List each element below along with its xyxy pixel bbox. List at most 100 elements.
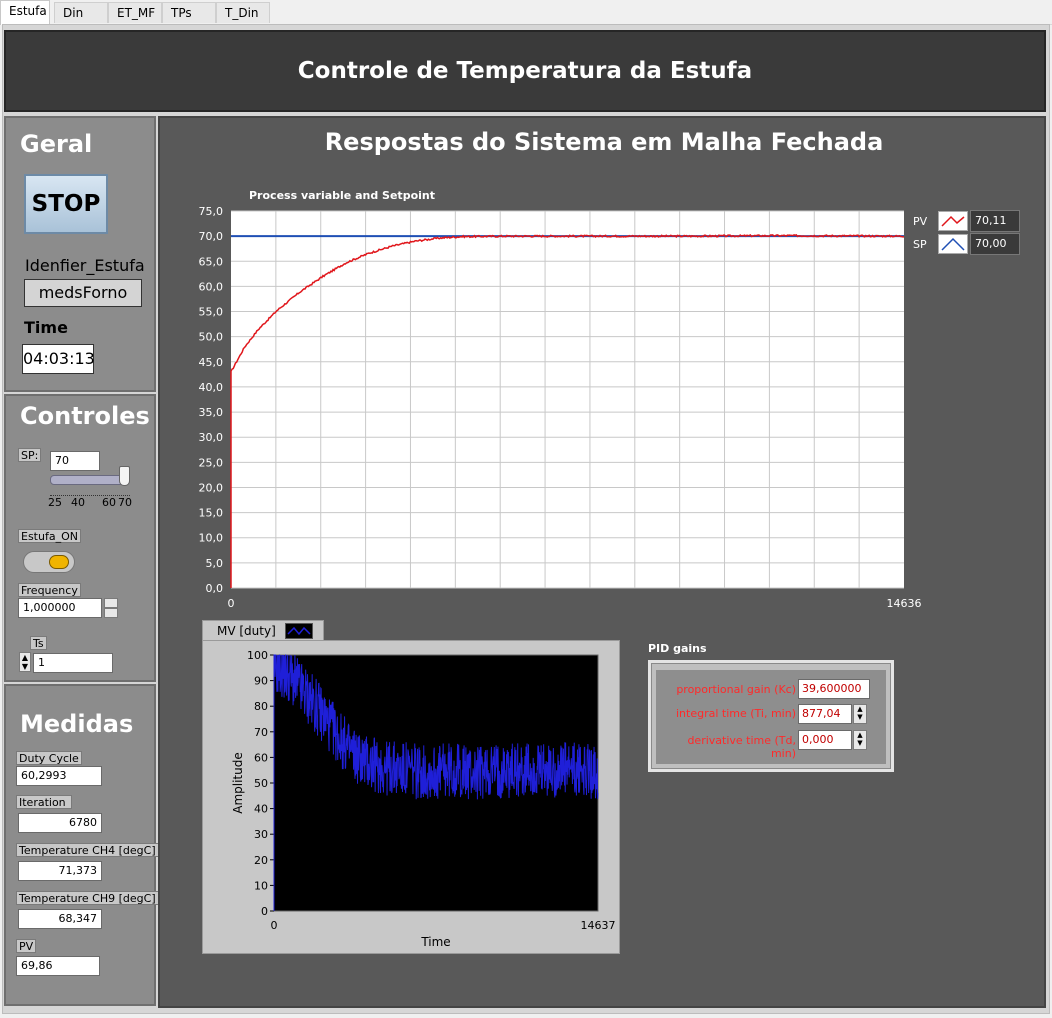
legend-pv-swatch: [938, 211, 968, 231]
frequency-label: Frequency: [18, 583, 81, 597]
slider-tick-70: 70: [118, 496, 132, 509]
frequency-increment[interactable]: [104, 598, 118, 608]
pv-line-icon: [941, 215, 965, 227]
y-tick-label: 75,0: [199, 205, 224, 218]
sp-input[interactable]: 70: [50, 451, 100, 471]
iteration-label: Iteration: [16, 795, 72, 809]
y-tick-label: 65,0: [199, 255, 224, 268]
td-label: derivative time (Td, min): [687, 734, 796, 760]
y-tick-label: 80: [254, 700, 268, 713]
mv-legend-tab: MV [duty]: [202, 620, 324, 642]
mv-y-axis-label: Amplitude: [231, 752, 245, 814]
legend-pv-label: PV: [913, 215, 928, 228]
x-tick-label: 0: [271, 919, 278, 932]
x-tick-label: 14637: [581, 919, 616, 932]
ti-stepper[interactable]: ▲ ▼: [853, 704, 867, 724]
tab-tps[interactable]: TPs: [162, 2, 216, 23]
y-tick-label: 30: [254, 828, 268, 841]
y-tick-label: 30,0: [199, 431, 224, 444]
temperature-ch9-label: Temperature CH9 [degC]: [16, 891, 159, 905]
y-tick-label: 5,0: [206, 557, 224, 570]
y-tick-label: 10,0: [199, 532, 224, 545]
legend-sp-value: 70,00: [970, 233, 1020, 255]
plot-area: [231, 211, 904, 588]
y-tick-label: 25,0: [199, 456, 224, 469]
y-tick-label: 20: [254, 854, 268, 867]
td-input[interactable]: 0,000: [798, 730, 852, 750]
temperature-ch4-value: 71,373: [18, 861, 102, 881]
pid-gains-title: PID gains: [648, 642, 707, 655]
td-stepper[interactable]: ▲ ▼: [853, 730, 867, 750]
page-title: Controle de Temperatura da Estufa: [297, 58, 753, 84]
x-tick-label: 14636: [887, 597, 922, 610]
frequency-input[interactable]: 1,000000: [18, 598, 102, 618]
temperature-ch4-label: Temperature CH4 [degC]: [16, 843, 159, 857]
y-tick-label: 45,0: [199, 356, 224, 369]
y-tick-label: 0: [261, 905, 268, 918]
sp-slider-thumb[interactable]: [119, 466, 130, 486]
tab-et-mf[interactable]: ET_MF: [108, 2, 162, 23]
time-label: Time: [24, 318, 68, 337]
identifier-field[interactable]: medsForno: [24, 279, 142, 307]
legend-pv-value: 70,11: [970, 210, 1020, 232]
sp-label: SP:: [18, 448, 42, 462]
tab-din[interactable]: Din: [54, 2, 108, 23]
slider-tick-25: 25: [48, 496, 62, 509]
y-tick-label: 50: [254, 777, 268, 790]
estufa-on-toggle[interactable]: [23, 551, 75, 573]
y-tick-label: 35,0: [199, 406, 224, 419]
frequency-decrement[interactable]: [104, 608, 118, 618]
kc-input[interactable]: 39,600000: [798, 679, 870, 699]
geral-title: Geral: [20, 130, 93, 158]
mv-x-axis-label: Time: [420, 935, 450, 949]
y-tick-label: 0,0: [206, 582, 224, 595]
slider-tick-60: 60: [102, 496, 116, 509]
y-tick-label: 20,0: [199, 481, 224, 494]
medidas-title: Medidas: [20, 710, 134, 738]
pv-label: PV: [16, 939, 37, 953]
tab-estufa[interactable]: Estufa: [0, 0, 50, 25]
slider-tick-40: 40: [71, 496, 85, 509]
ti-label: integral time (Ti, min): [675, 707, 796, 720]
duty-cycle-label: Duty Cycle: [16, 751, 82, 765]
duty-cycle-value: 60,2993: [16, 766, 102, 786]
main-title: Respostas do Sistema em Malha Fechada: [324, 128, 884, 156]
y-tick-label: 40,0: [199, 381, 224, 394]
y-tick-label: 60: [254, 751, 268, 764]
y-tick-label: 55,0: [199, 306, 224, 319]
y-tick-label: 50,0: [199, 331, 224, 344]
stop-button[interactable]: STOP: [24, 174, 108, 234]
iteration-value: 6780: [18, 813, 102, 833]
legend-sp-label: SP: [913, 238, 927, 251]
y-tick-label: 15,0: [199, 507, 224, 520]
y-tick-label: 100: [247, 649, 268, 662]
y-tick-label: 70: [254, 726, 268, 739]
pv-sp-chart: 0,0 5,0 10,0 15,0 20,0 25,0 30,0 35,0 40,0 45,0 50…: [199, 205, 922, 610]
y-tick-label: 70,0: [199, 230, 224, 243]
y-tick-label: 60,0: [199, 280, 224, 293]
sp-slider-scale: [50, 489, 130, 496]
ti-input[interactable]: 877,04: [798, 704, 852, 724]
led-indicator-icon: [49, 555, 69, 569]
controles-title: Controles: [20, 402, 150, 430]
ts-label: Ts: [30, 636, 47, 650]
identifier-label: Idenfier_Estufa: [25, 256, 145, 275]
y-tick-label: 90: [254, 675, 268, 688]
legend-sp-swatch: [938, 234, 968, 254]
y-tick-label: 10: [254, 879, 268, 892]
tab-t-din[interactable]: T_Din: [216, 2, 270, 23]
time-field: 04:03:13: [22, 344, 95, 374]
pv-value: 69,86: [16, 956, 100, 976]
sp-line-icon: [941, 237, 965, 251]
temperature-ch9-value: 68,347: [18, 909, 102, 929]
mv-legend-label: MV [duty]: [217, 624, 276, 638]
ts-stepper[interactable]: ▲ ▼: [19, 652, 31, 672]
y-tick-label: 40: [254, 803, 268, 816]
sp-slider-track[interactable]: [50, 475, 130, 485]
estufa-on-label: Estufa_ON: [18, 529, 81, 543]
kc-label: proportional gain (Kc): [676, 683, 796, 696]
mv-line-icon: [285, 623, 313, 639]
ts-input[interactable]: 1: [33, 653, 113, 673]
mv-chart: 0 10 20 30 40 50 60 70 80 90 100 0 14637 Time Amplitud…: [231, 649, 616, 949]
x-tick-label: 0: [228, 597, 235, 610]
